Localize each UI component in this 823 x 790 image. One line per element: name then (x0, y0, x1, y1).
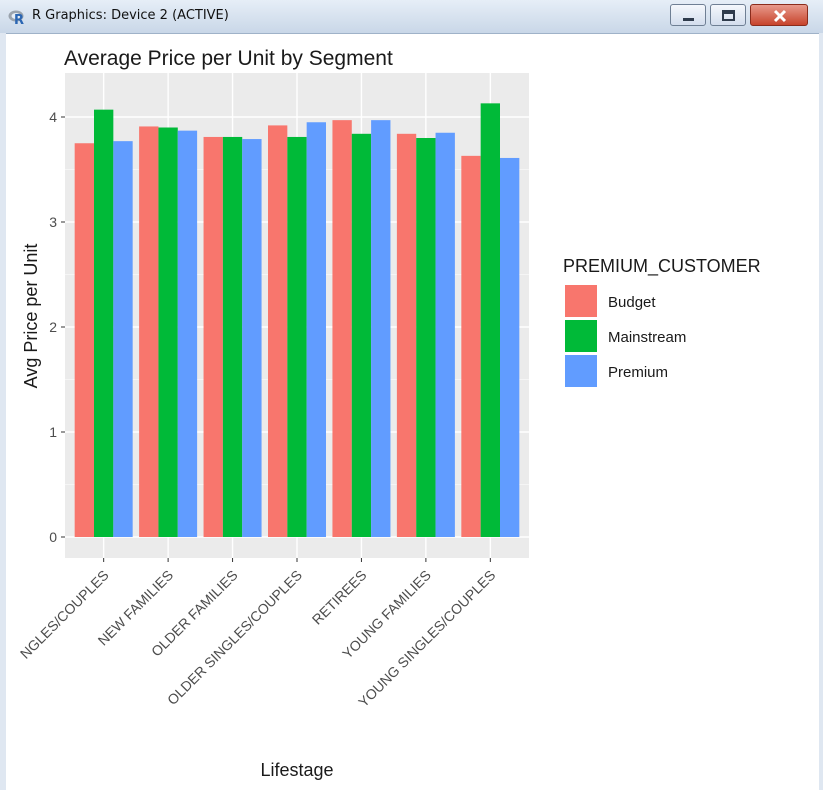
close-button[interactable] (750, 4, 808, 26)
bar-premium (113, 141, 133, 537)
r-graphics-window: R R Graphics: Device 2 (ACTIVE) Average … (0, 0, 823, 790)
bar-premium (242, 139, 262, 538)
plot-canvas: Average Price per Unit by Segment 01234 … (17, 47, 761, 780)
bar-budget (396, 133, 417, 538)
y-tick-label: 1 (49, 424, 57, 440)
y-tick-label: 4 (49, 109, 57, 125)
bar-budget (139, 126, 159, 537)
minimize-button[interactable] (670, 4, 706, 26)
bar-mainstream (351, 133, 372, 538)
bar-mainstream (287, 136, 307, 537)
x-axis-label: Lifestage (260, 760, 333, 780)
bar-premium (306, 122, 326, 537)
bar-premium (500, 157, 520, 537)
bar-budget (203, 136, 223, 537)
window-title: R Graphics: Device 2 (ACTIVE) (32, 8, 229, 23)
x-tick-label: RETIREES (309, 567, 370, 628)
y-tick-label: 3 (49, 214, 57, 230)
x-tick-label: YOUNG SINGLES/COUPLES (355, 567, 498, 710)
bar-budget (268, 125, 288, 538)
y-tick-label: 2 (49, 319, 57, 335)
minimize-icon (683, 18, 694, 21)
chart-title: Average Price per Unit by Segment (64, 47, 393, 70)
x-axis: NGLES/COUPLESNEW FAMILIESOLDER FAMILIESO… (17, 558, 498, 710)
legend: PREMIUM_CUSTOMER Budget Mainstream Premium (563, 256, 761, 387)
x-tick-label: OLDER SINGLES/COUPLES (164, 567, 305, 708)
r-logo-icon[interactable]: R (8, 8, 26, 28)
close-icon (773, 9, 787, 23)
title-bar[interactable]: R R Graphics: Device 2 (ACTIVE) (0, 0, 823, 34)
y-axis: 0 1 2 3 4 (49, 109, 65, 545)
bar-premium (435, 132, 455, 537)
maximize-icon (722, 10, 735, 21)
y-tick-label: 0 (49, 529, 57, 545)
x-tick-label: NGLES/COUPLES (17, 567, 112, 662)
bars-group (74, 103, 520, 538)
bar-budget (461, 155, 481, 537)
bar-premium (177, 130, 198, 537)
bar-mainstream (158, 127, 178, 537)
bar-premium (371, 120, 391, 538)
legend-key-budget (565, 285, 597, 317)
bar-budget (74, 143, 94, 537)
y-axis-label: Avg Price per Unit (21, 244, 41, 389)
legend-label: Premium (608, 364, 668, 381)
bar-mainstream (94, 109, 114, 538)
svg-text:R: R (14, 13, 24, 26)
legend-key-mainstream (565, 320, 597, 352)
bar-mainstream (480, 103, 500, 537)
legend-label: Budget (608, 294, 656, 311)
legend-label: Mainstream (608, 329, 686, 346)
maximize-button[interactable] (710, 4, 746, 26)
bar-budget (332, 120, 352, 538)
legend-key-premium (565, 355, 597, 387)
bar-mainstream (222, 136, 243, 537)
bar-mainstream (416, 138, 436, 537)
legend-title: PREMIUM_CUSTOMER (563, 256, 761, 277)
